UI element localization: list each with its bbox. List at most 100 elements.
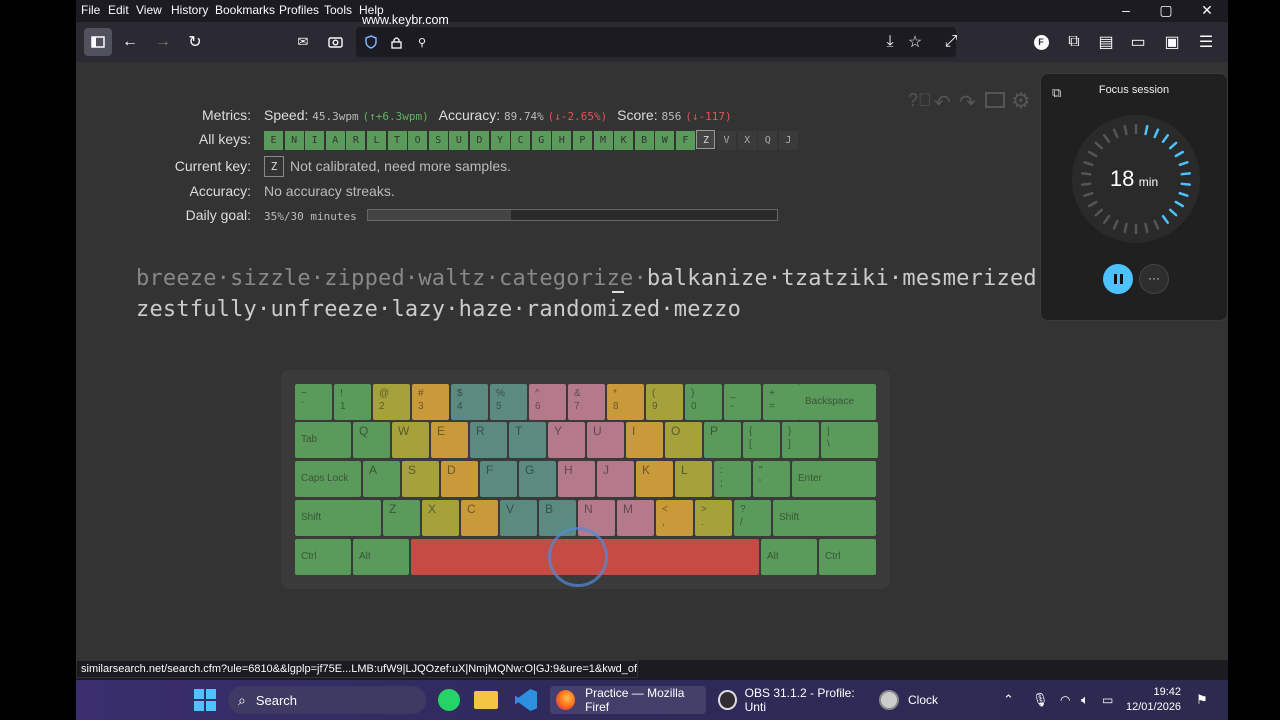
fullscreen-icon[interactable]	[985, 92, 1005, 108]
wifi-icon[interactable]: ◠	[1060, 686, 1070, 714]
site-permissions-icon[interactable]: ⚲	[408, 28, 436, 56]
key-alt-left: Alt	[353, 539, 409, 575]
key-bracket-0: {[	[743, 422, 780, 458]
expand-icon[interactable]: ⤢	[937, 28, 965, 56]
key-shift-left: Shift	[295, 500, 381, 536]
taskbar-search[interactable]: ⌕ Search	[228, 686, 426, 714]
clock-icon	[879, 690, 899, 710]
taskbar-obs[interactable]: OBS 31.1.2 - Profile: Unti	[718, 686, 868, 714]
shield-icon[interactable]	[357, 28, 385, 56]
daily-goal-bar	[367, 209, 778, 221]
key-s: S	[402, 461, 439, 497]
key-4: $4	[451, 384, 488, 420]
maximize-button[interactable]: ▢	[1156, 2, 1176, 19]
key-shift-right: Shift	[773, 500, 876, 536]
back-icon[interactable]: ←	[116, 28, 144, 56]
taskbar-clock[interactable]: Clock	[879, 686, 938, 714]
key-5: % 5	[490, 384, 527, 420]
key-capslock: Caps Lock	[295, 461, 361, 497]
key-d: D	[441, 461, 478, 497]
key-0: ) 0	[685, 384, 722, 420]
close-window-button[interactable]: ✕	[1197, 2, 1217, 19]
key-stat-d: D	[469, 131, 489, 150]
metrics-label: Metrics:	[202, 107, 251, 123]
reader-icon[interactable]: ▭	[1124, 28, 1152, 56]
battery-icon[interactable]: ▭	[1102, 686, 1113, 714]
key-stat-j: J	[778, 131, 798, 150]
key-q: Q	[353, 422, 390, 458]
key-stat-v: V	[717, 131, 737, 150]
menu-edit[interactable]: Edit	[108, 3, 129, 17]
whatsapp-icon[interactable]	[438, 686, 460, 714]
url-bar[interactable]	[356, 27, 956, 57]
url-text[interactable]: www.keybr.com	[362, 13, 449, 27]
key-bracket-2: | \	[821, 422, 878, 458]
speed-label: Speed:	[264, 107, 309, 123]
system-time: 19:42	[1153, 686, 1181, 698]
undo-icon[interactable]: ↶	[934, 90, 951, 115]
pause-button[interactable]	[1103, 264, 1133, 294]
menu-bookmarks[interactable]: Bookmarks	[215, 3, 275, 17]
bookmark-star-icon[interactable]: ☆	[901, 28, 929, 56]
extensions-icon[interactable]: ⧉	[1060, 28, 1088, 56]
key-stat-p: P	[572, 131, 592, 150]
key-7: & 7	[568, 384, 605, 420]
firefox-window-title: Practice — Mozilla Firef	[585, 686, 685, 714]
file-explorer-icon[interactable]	[474, 686, 498, 714]
text-cursor	[612, 291, 624, 293]
forward-icon[interactable]: →	[149, 28, 177, 56]
key-f: F	[480, 461, 517, 497]
help-icon[interactable]: ?⃝	[908, 90, 932, 111]
volume-icon[interactable]: 🔈︎	[1081, 686, 1089, 714]
key-x: X	[422, 500, 459, 536]
notification-icon[interactable]: ⚑	[1196, 686, 1208, 714]
menu-history[interactable]: History	[171, 3, 208, 17]
menu-file[interactable]: File	[81, 3, 100, 17]
key-stat-r: R	[346, 131, 366, 150]
key-1: ! 1	[334, 384, 371, 420]
download-icon[interactable]: ⤓	[876, 28, 904, 56]
lock-icon[interactable]	[382, 28, 410, 56]
tray-chevron-icon[interactable]: ⌃	[1003, 686, 1014, 714]
microphone-icon[interactable]: 🎙︎	[1032, 686, 1049, 714]
key-v: V	[500, 500, 537, 536]
menu-profiles[interactable]: Profiles	[279, 3, 319, 17]
container-icon[interactable]: ▤	[1092, 28, 1120, 56]
mail-icon[interactable]: ✉	[289, 28, 317, 56]
daily-goal-text: 35%/30 minutes	[264, 210, 357, 223]
focus-unit: min	[1138, 175, 1159, 189]
key-slash: ? /	[734, 500, 771, 536]
profile-avatar-icon[interactable]: F	[1027, 28, 1055, 56]
more-options-button[interactable]: ···	[1139, 264, 1169, 294]
pocket-icon[interactable]: ▣	[1158, 28, 1186, 56]
key-quote: " '	[753, 461, 790, 497]
clock-window-title: Clock	[908, 693, 939, 707]
menu-tools[interactable]: Tools	[324, 3, 352, 17]
key-y: Y	[548, 422, 585, 458]
key-z: Z	[383, 500, 420, 536]
vscode-icon[interactable]	[515, 686, 537, 714]
key-stat-c: C	[511, 131, 531, 150]
key-a: A	[363, 461, 400, 497]
taskbar-firefox[interactable]: Practice — Mozilla Firef	[550, 686, 706, 714]
key-stat-s: S	[428, 131, 448, 150]
sidebar-toggle-icon[interactable]	[84, 28, 112, 56]
hamburger-menu-icon[interactable]: ☰	[1192, 28, 1220, 56]
practice-line-1[interactable]: breeze·sizzle·zipped·waltz·categorize·ba…	[136, 266, 1050, 291]
key-stat-t: T	[387, 131, 407, 150]
practice-line-2[interactable]: zestfully·unfreeze·lazy·haze·randomized·…	[136, 297, 741, 322]
key-stat-u: U	[449, 131, 469, 150]
key-stat-e: E	[264, 131, 283, 150]
menu-view[interactable]: View	[136, 3, 162, 17]
system-date: 12/01/2026	[1126, 701, 1182, 713]
taskbar: ⌕ Search Practice — Mozilla Firef OBS 31…	[76, 680, 1228, 720]
key-m: M	[617, 500, 654, 536]
redo-icon[interactable]: ↷	[959, 90, 976, 115]
dial-tick	[1123, 124, 1128, 136]
start-windows-icon[interactable]	[194, 686, 216, 714]
reload-icon[interactable]: ↻	[181, 28, 209, 56]
screenshot-icon[interactable]	[321, 28, 349, 56]
settings-gear-icon[interactable]: ⚙	[1011, 88, 1031, 114]
minimize-button[interactable]: –	[1116, 2, 1136, 18]
system-clock[interactable]: 19:42 12/01/2026	[1126, 685, 1206, 715]
